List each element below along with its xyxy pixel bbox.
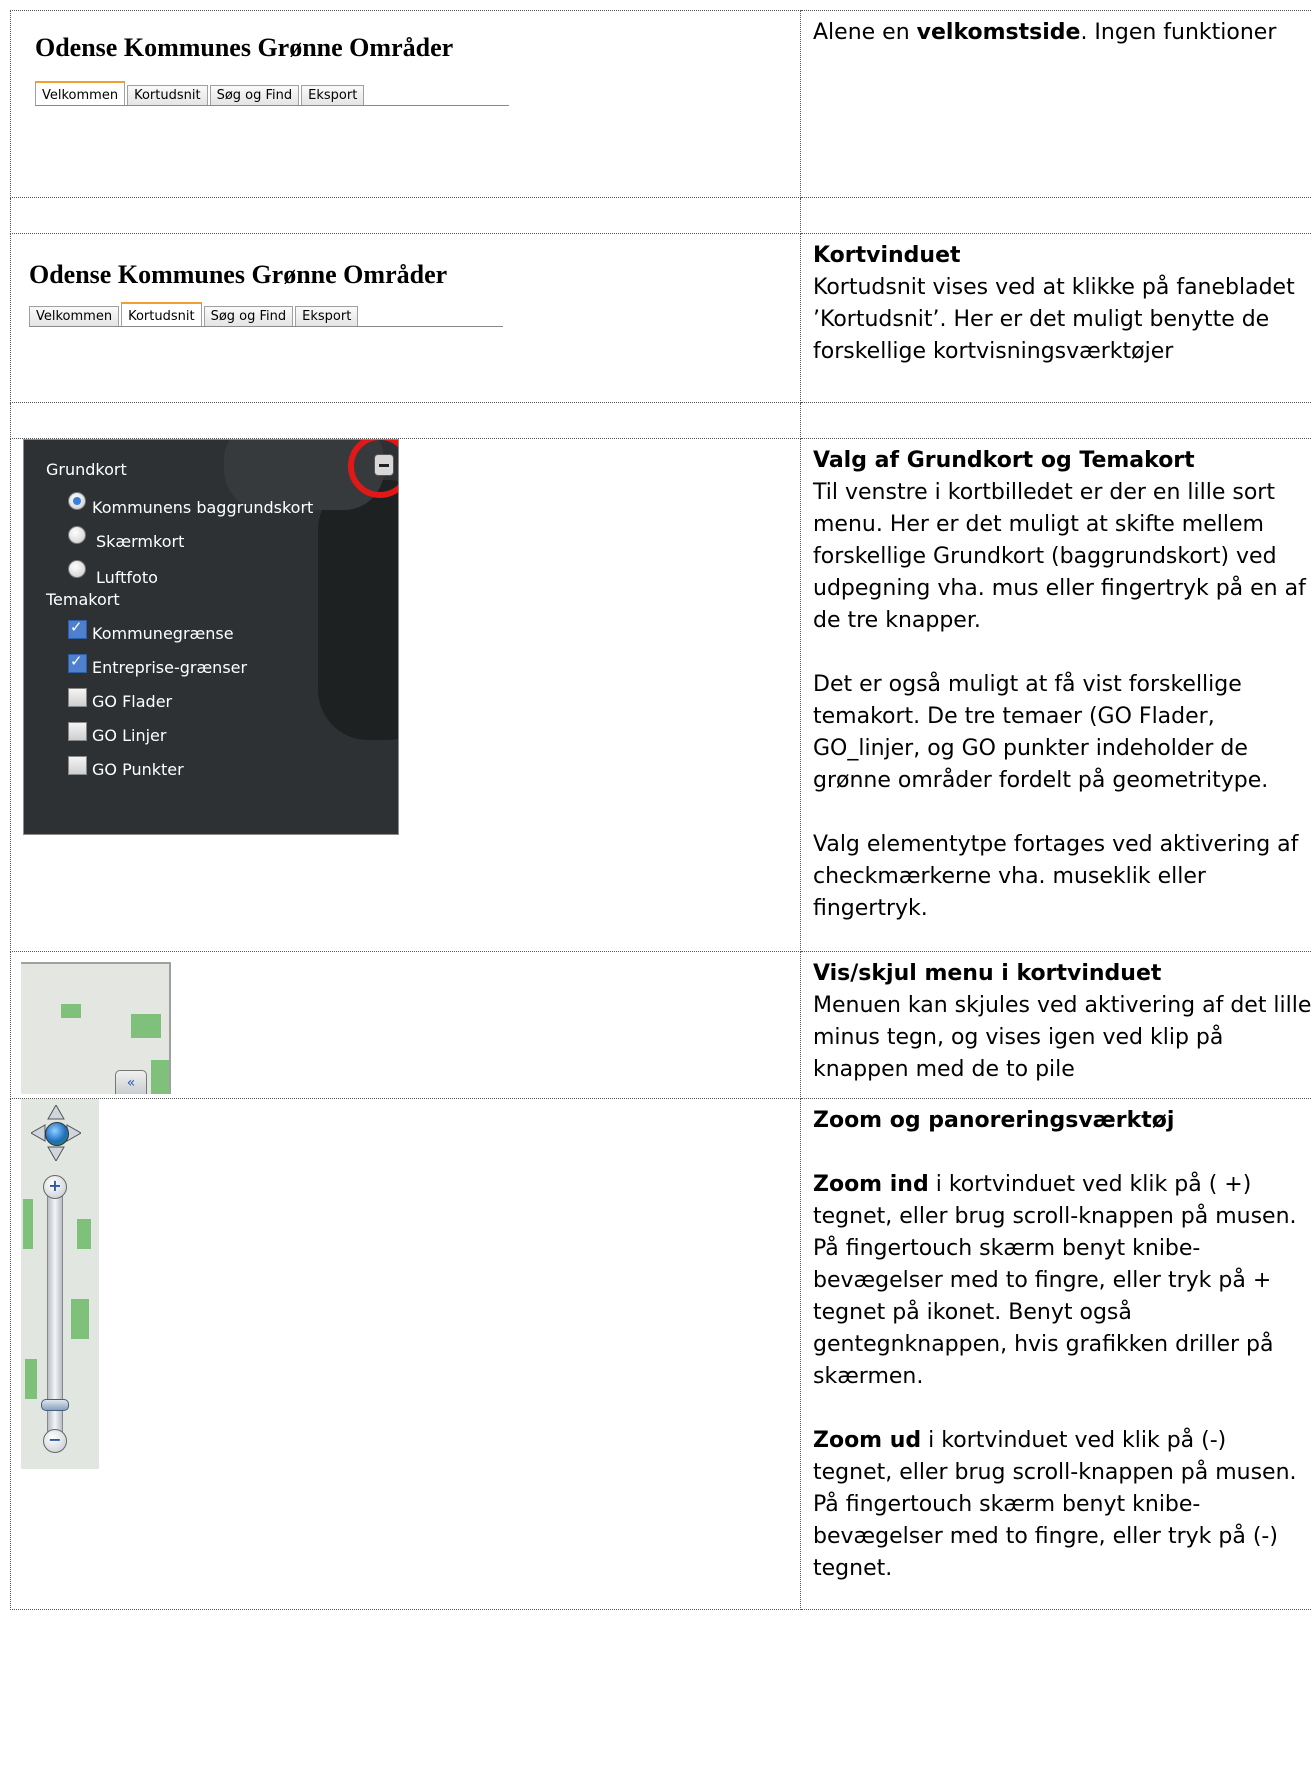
checkbox-label: Kommunegrænse (92, 624, 234, 643)
section-heading: Vis/skjul menu i kortvinduet (813, 961, 1162, 986)
section-para-3: Valg elementytpe fortages ved aktivering… (813, 832, 1299, 921)
app-header-snippet: Odense Kommunes Grønne Områder Velkommen… (12, 235, 800, 402)
pan-arrows-icon[interactable] (29, 1103, 83, 1163)
cell-screenshot-velkommen: Odense Kommunes Grønne Områder Velkommen… (10, 10, 801, 198)
tab-soeg-og-find[interactable]: Søg og Find (209, 85, 300, 105)
tab-velkommen[interactable]: Velkommen (35, 81, 126, 105)
checkbox-entreprise-graenser[interactable] (68, 652, 87, 673)
radio-luftfoto[interactable] (68, 560, 86, 578)
cell-screenshot-zoom: + − (10, 1098, 801, 1610)
section-para-2: Det er også muligt at få vist forskellig… (813, 672, 1269, 793)
tab-velkommen[interactable]: Velkommen (29, 306, 120, 326)
show-menu-button[interactable]: « (115, 1070, 147, 1094)
checkbox-kommunegraense[interactable] (68, 618, 87, 639)
row-grundkort-temakort: Grundkort Kommunens baggrundskort Skærmk… (10, 438, 1312, 952)
checkbox-go-linjer[interactable] (68, 722, 87, 741)
row-kortvinduet: Odense Kommunes Grønne Områder Velkommen… (10, 233, 1312, 403)
temakort-label: Temakort (46, 590, 120, 609)
checkbox-label: GO Punkter (92, 760, 184, 779)
zoom-pan-toolbar: + − (21, 1099, 99, 1469)
app-header-snippet: Odense Kommunes Grønne Områder Velkommen… (12, 12, 800, 197)
hide-menu-minus-icon[interactable] (374, 454, 394, 476)
radio-label: Luftfoto (96, 568, 158, 587)
tab-eksport[interactable]: Eksport (295, 306, 359, 326)
checkbox-label: GO Linjer (92, 726, 167, 745)
tab-bar: Velkommen Kortudsnit Søg og Find Eksport (35, 81, 509, 106)
zoom-slider-handle[interactable] (41, 1399, 69, 1411)
app-title: Odense Kommunes Grønne Områder (29, 260, 448, 289)
radio-label: Kommunens baggrundskort (92, 498, 314, 517)
description-text: Alene en velkomstside. Ingen funktioner (813, 20, 1277, 45)
cell-description-vis-skjul: Vis/skjul menu i kortvinduet Menuen kan … (800, 951, 1312, 1099)
double-arrow-left-icon: « (126, 1075, 136, 1091)
section-heading: Zoom og panoreringsværktøj (813, 1108, 1175, 1133)
grundkort-label: Grundkort (46, 460, 127, 479)
cell-description-velkommen: Alene en velkomstside. Ingen funktioner (800, 10, 1312, 198)
tab-soeg-og-find[interactable]: Søg og Find (203, 306, 294, 326)
spacer-row (10, 197, 1312, 234)
section-body: Menuen kan skjules ved aktivering af det… (813, 993, 1312, 1082)
tab-kortudsnit[interactable]: Kortudsnit (127, 85, 208, 105)
radio-kommunens-baggrundskort[interactable] (68, 492, 86, 510)
row-zoom-panorering: + − Zoom og panoreringsværktøj Zoom ind … (10, 1098, 1312, 1610)
tab-kortudsnit[interactable]: Kortudsnit (121, 302, 202, 326)
tab-eksport[interactable]: Eksport (301, 85, 365, 105)
cell-screenshot-vis-skjul: « (10, 951, 801, 1099)
zoom-in-icon[interactable]: + (43, 1175, 67, 1199)
section-body: Kortudsnit vises ved at klikke på fanebl… (813, 275, 1295, 364)
tab-bar: Velkommen Kortudsnit Søg og Find Eksport (29, 302, 503, 327)
globe-icon[interactable] (45, 1122, 69, 1146)
cell-description-kortvinduet: Kortvinduet Kortudsnit vises ved at klik… (800, 233, 1312, 403)
map-snippet: « (21, 962, 171, 1094)
row-velkommen: Odense Kommunes Grønne Områder Velkommen… (10, 10, 1312, 198)
checkbox-go-flader[interactable] (68, 688, 87, 707)
checkbox-go-punkter[interactable] (68, 756, 87, 775)
spacer-row (10, 402, 1312, 439)
cell-description-zoom: Zoom og panoreringsværktøj Zoom ind i ko… (800, 1098, 1312, 1610)
section-heading: Valg af Grundkort og Temakort (813, 448, 1195, 473)
app-title: Odense Kommunes Grønne Områder (35, 33, 454, 62)
section-para-1: Til venstre i kortbilledet er der en lil… (813, 480, 1306, 633)
zoom-in-paragraph: Zoom ind i kortvinduet ved klik på ( +) … (813, 1172, 1297, 1389)
checkbox-label: GO Flader (92, 692, 173, 711)
section-heading: Kortvinduet (813, 243, 961, 268)
checkbox-label: Entreprise-grænser (92, 658, 248, 677)
map-layer-menu: Grundkort Kommunens baggrundskort Skærmk… (23, 439, 399, 835)
cell-screenshot-kortudsnit: Odense Kommunes Grønne Områder Velkommen… (10, 233, 801, 403)
cell-screenshot-map-menu: Grundkort Kommunens baggrundskort Skærmk… (10, 438, 801, 952)
row-vis-skjul-menu: « Vis/skjul menu i kortvinduet Menuen ka… (10, 951, 1312, 1099)
radio-label: Skærmkort (96, 532, 185, 551)
layout-table: Odense Kommunes Grønne Områder Velkommen… (10, 10, 1312, 1610)
document-page: Odense Kommunes Grønne Områder Velkommen… (0, 0, 1312, 1775)
zoom-out-paragraph: Zoom ud i kortvinduet ved klik på (-) te… (813, 1428, 1297, 1581)
radio-skaermkort[interactable] (68, 526, 86, 544)
zoom-out-icon[interactable]: − (43, 1429, 67, 1453)
cell-description-grundkort: Valg af Grundkort og Temakort Til venstr… (800, 438, 1312, 952)
